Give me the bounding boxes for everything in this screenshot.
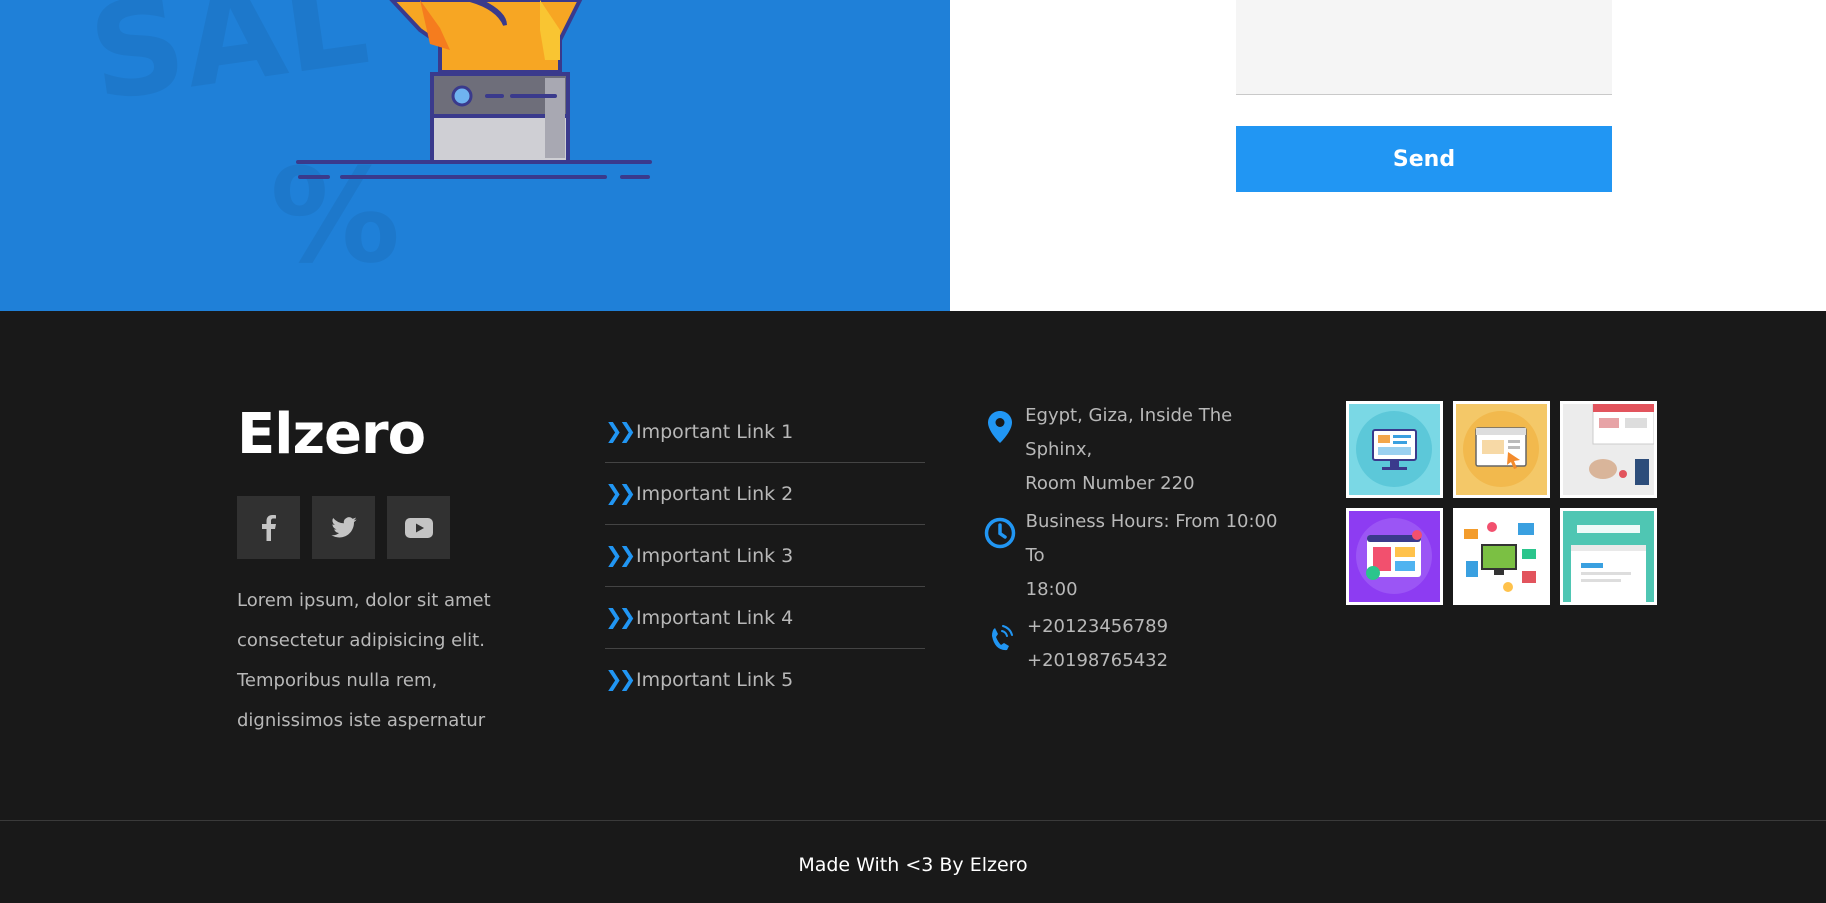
- ui-design-illustration: [1356, 518, 1432, 594]
- browser-illustration: [1463, 411, 1539, 487]
- send-button[interactable]: Send: [1236, 126, 1612, 192]
- double-chevron-right-icon: ❯❯: [605, 481, 636, 505]
- hours-line: 18:00: [1025, 579, 1078, 600]
- gallery-thumb[interactable]: [1346, 401, 1443, 498]
- footer-link[interactable]: ❯❯ Important Link 1: [605, 401, 925, 463]
- footer-link[interactable]: ❯❯ Important Link 5: [605, 649, 925, 710]
- phone-icon: [992, 625, 1013, 651]
- double-chevron-right-icon: ❯❯: [605, 605, 636, 629]
- clock-icon: [985, 517, 1016, 549]
- facebook-icon: [261, 514, 276, 541]
- footer-links: ❯❯ Important Link 1 ❯❯ Important Link 2 ❯❯…: [605, 401, 925, 710]
- hand-illustration: [296, 0, 652, 179]
- twitter-icon: [330, 517, 357, 538]
- location-pin-icon: [988, 411, 1013, 443]
- social-links: [237, 496, 450, 559]
- copyright-text: Made With <3 By Elzero: [798, 854, 1028, 876]
- devices-illustration: [1456, 511, 1547, 602]
- phone-info: +20123456789 +20198765432: [975, 610, 1295, 678]
- footer-link-label: Important Link 4: [636, 606, 794, 629]
- gallery-thumb[interactable]: [1453, 401, 1550, 498]
- facebook-link[interactable]: [237, 496, 300, 559]
- gallery-thumb[interactable]: [1453, 508, 1550, 605]
- double-chevron-right-icon: ❯❯: [605, 419, 636, 443]
- twitter-link[interactable]: [312, 496, 375, 559]
- hours-info: Business Hours: From 10:00 To 18:00: [975, 505, 1295, 607]
- gallery-thumb[interactable]: [1560, 401, 1657, 498]
- desk-photo: [1563, 404, 1654, 495]
- youtube-icon: [404, 517, 433, 538]
- footer-description: Lorem ipsum, dolor sit amet consectetur …: [237, 590, 491, 731]
- double-chevron-right-icon: ❯❯: [605, 543, 636, 567]
- contact-section: SAL % Send: [0, 0, 1826, 311]
- footer-brand: Elzero: [237, 402, 426, 467]
- footer-link[interactable]: ❯❯ Important Link 4: [605, 587, 925, 649]
- gallery-thumb[interactable]: [1346, 508, 1443, 605]
- footer: Elzero Lorem ipsum, dolor sit amet conse…: [0, 311, 1826, 902]
- phone-number[interactable]: +20198765432: [1027, 644, 1168, 678]
- footer-bottom: Made With <3 By Elzero: [0, 820, 1826, 903]
- double-chevron-right-icon: ❯❯: [605, 667, 636, 691]
- phone-number[interactable]: +20123456789: [1027, 610, 1168, 644]
- footer-link[interactable]: ❯❯ Important Link 2: [605, 463, 925, 525]
- footer-link-label: Important Link 2: [636, 482, 794, 505]
- gallery-thumb[interactable]: [1560, 508, 1657, 605]
- message-textarea[interactable]: [1236, 0, 1612, 95]
- footer-link-label: Important Link 5: [636, 668, 794, 691]
- monitor-illustration: [1356, 411, 1432, 487]
- youtube-link[interactable]: [387, 496, 450, 559]
- web-design-illustration: [1563, 511, 1654, 602]
- footer-gallery: [1346, 401, 1657, 605]
- address-line: Egypt, Giza, Inside The Sphinx,: [1025, 405, 1233, 460]
- footer-link-label: Important Link 3: [636, 544, 794, 567]
- address-line: Room Number 220: [1025, 473, 1195, 494]
- hours-line: Business Hours: From 10:00 To: [1025, 511, 1278, 566]
- footer-link[interactable]: ❯❯ Important Link 3: [605, 525, 925, 587]
- discount-banner: SAL %: [0, 0, 950, 311]
- address-info: Egypt, Giza, Inside The Sphinx, Room Num…: [975, 399, 1295, 501]
- footer-link-label: Important Link 1: [636, 420, 794, 443]
